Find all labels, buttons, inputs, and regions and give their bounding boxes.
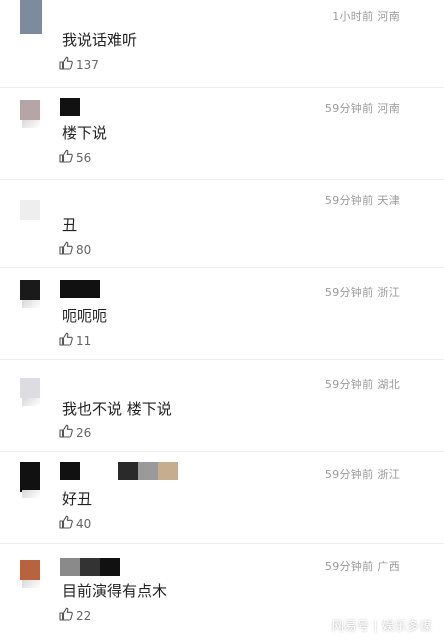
comment-item: 59分钟前 河南 楼下说 56: [0, 88, 444, 180]
comment-location: 浙江: [377, 468, 400, 481]
avatar-decoration: [22, 120, 40, 128]
like-count: 22: [76, 608, 92, 623]
comment-text: 呃呃呃: [62, 307, 108, 325]
comment-location: 广西: [377, 560, 400, 573]
redaction-block: [60, 558, 80, 576]
comment-text: 楼下说: [62, 124, 108, 142]
like-button[interactable]: 80: [58, 240, 91, 259]
comment-meta: 59分钟前 河南: [325, 100, 400, 116]
avatar[interactable]: [20, 200, 40, 220]
watermark-separator: |: [373, 619, 378, 633]
nickname-redacted: [60, 98, 80, 116]
comment-time: 1小时前: [332, 10, 374, 23]
comment-meta: 59分钟前 天津: [325, 192, 400, 208]
comment-meta: 59分钟前 浙江: [325, 284, 400, 300]
avatar[interactable]: [20, 280, 40, 300]
comment-location: 浙江: [377, 286, 400, 299]
redaction-block: [100, 558, 120, 576]
comment-item: 59分钟前 浙江 好丑 40: [0, 452, 444, 544]
comment-item: 59分钟前 天津 丑 80: [0, 180, 444, 268]
comment-location: 天津: [377, 194, 400, 207]
nickname-redacted: [60, 280, 100, 298]
like-count: 56: [76, 150, 92, 165]
like-button[interactable]: 22: [58, 606, 91, 625]
avatar[interactable]: [20, 100, 40, 120]
like-count: 26: [76, 425, 92, 440]
comment-item: 59分钟前 浙江 呃呃呃 11: [0, 268, 444, 360]
avatar[interactable]: [20, 378, 40, 398]
like-count: 80: [76, 242, 92, 257]
comment-time: 59分钟前: [324, 560, 374, 573]
redaction-block: [118, 462, 138, 480]
comment-meta: 1小时前 河南: [332, 8, 400, 24]
avatar[interactable]: [20, 462, 40, 492]
thumbs-up-icon: [58, 240, 76, 259]
comment-text: 好丑: [62, 490, 93, 508]
like-button[interactable]: 11: [58, 331, 91, 350]
nickname-redacted: [60, 462, 178, 480]
like-button[interactable]: 137: [58, 55, 99, 74]
redaction-block: [60, 280, 100, 298]
comment-location: 河南: [377, 102, 400, 115]
redaction-block: [60, 462, 80, 480]
comment-time: 59分钟前: [324, 102, 374, 115]
comment-time: 59分钟前: [324, 286, 374, 299]
thumbs-up-icon: [58, 148, 76, 167]
redaction-block: [80, 558, 100, 576]
avatar[interactable]: [20, 0, 42, 34]
thumbs-up-icon: [58, 423, 76, 442]
watermark-account: 娱乐多谋: [381, 619, 432, 633]
comment-time: 59分钟前: [324, 194, 374, 207]
comment-location: 湖北: [377, 378, 400, 391]
like-count: 11: [76, 333, 92, 348]
like-count: 40: [76, 516, 92, 531]
like-button[interactable]: 26: [58, 423, 91, 442]
comment-item: 1小时前 河南 我说话难听 137: [0, 0, 444, 88]
thumbs-up-icon: [58, 55, 76, 74]
thumbs-up-icon: [58, 331, 76, 350]
comment-text: 目前演得有点木: [62, 582, 168, 600]
like-button[interactable]: 56: [58, 148, 91, 167]
comment-text: 丑: [62, 216, 78, 234]
watermark: 网易号 | 娱乐多谋: [332, 617, 432, 634]
comment-meta: 59分钟前 湖北: [325, 376, 400, 392]
comment-item: 59分钟前 湖北 我也不说 楼下说 26: [0, 360, 444, 452]
comment-text: 我说话难听: [62, 31, 138, 49]
avatar-decoration: [22, 490, 40, 498]
comment-location: 河南: [377, 10, 400, 23]
comment-meta: 59分钟前 浙江: [325, 466, 400, 482]
comment-meta: 59分钟前 广西: [325, 558, 400, 574]
thumbs-up-icon: [58, 514, 76, 533]
redaction-block: [158, 462, 178, 480]
redaction-block: [138, 462, 158, 480]
avatar-decoration: [22, 580, 40, 588]
like-count: 137: [76, 57, 99, 72]
avatar-decoration: [22, 398, 40, 406]
nickname-redacted: [60, 558, 120, 576]
redaction-block: [60, 98, 80, 116]
watermark-brand: 网易号: [331, 619, 370, 633]
comment-time: 59分钟前: [324, 378, 374, 391]
avatar[interactable]: [20, 560, 40, 580]
avatar-decoration: [22, 300, 40, 308]
like-button[interactable]: 40: [58, 514, 91, 533]
thumbs-up-icon: [58, 606, 76, 625]
comment-time: 59分钟前: [324, 468, 374, 481]
comment-text: 我也不说 楼下说: [62, 400, 172, 418]
